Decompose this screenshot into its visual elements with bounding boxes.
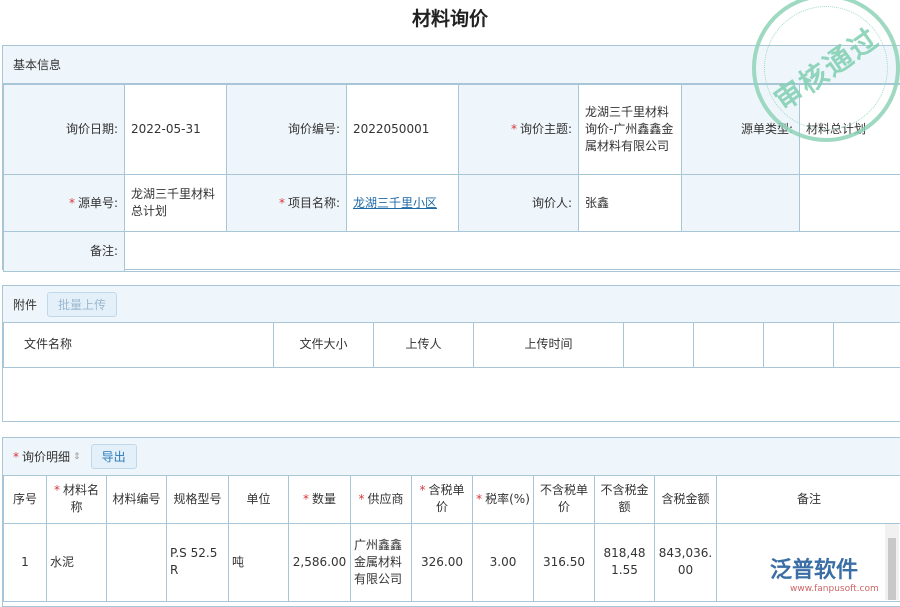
inquiry-no-value: 2022050001 (347, 85, 459, 175)
col-file-name: 文件名称 (4, 323, 274, 367)
cell-rate: 3.00 (473, 523, 534, 601)
detail-section: *询价明细⇕导出 序号 *材料名称 材料编号 规格型号 单位 *数量 *供应商 … (2, 437, 900, 607)
cell-supplier: 广州鑫鑫金属材料有限公司 (351, 523, 412, 601)
inquirer-label: 询价人: (459, 175, 579, 232)
project-label: *项目名称: (227, 175, 347, 232)
inquiry-date-label: 询价日期: (4, 85, 125, 175)
sort-icon[interactable]: ⇕ (73, 452, 81, 462)
col-price-tax: *含税单价 (412, 476, 473, 523)
attachment-header: 附件 (13, 296, 37, 313)
col-file-size: 文件大小 (274, 323, 374, 367)
col-amount-tax: 含税金额 (655, 476, 717, 523)
cell-amount-tax: 843,036.00 (655, 523, 717, 601)
source-no-value: 龙湖三千里材料总计划 (125, 175, 227, 232)
subject-value: 龙湖三千里材料询价-广州鑫鑫金属材料有限公司 (579, 85, 682, 175)
cell-qty: 2,586.00 (289, 523, 351, 601)
project-link[interactable]: 龙湖三千里小区 (353, 196, 437, 210)
col-spec: 规格型号 (167, 476, 229, 523)
cell-name: 水泥 (47, 523, 107, 601)
attachment-section: 附件批量上传 文件名称 文件大小 上传人 上传时间 (2, 285, 900, 422)
cell-no: 1 (4, 523, 47, 601)
col-uploader: 上传人 (374, 323, 474, 367)
cell-unit: 吨 (229, 523, 289, 601)
col-amount: 不含税金额 (595, 476, 655, 523)
remark-label: 备注: (4, 232, 125, 272)
col-code: 材料编号 (107, 476, 167, 523)
col-remark: 备注 (717, 476, 900, 523)
col-name: *材料名称 (47, 476, 107, 523)
cell-amount: 818,481.55 (595, 523, 655, 601)
table-row[interactable]: 1 水泥 P.S 52.5R 吨 2,586.00 广州鑫鑫金属材料有限公司 3… (4, 523, 900, 601)
detail-header: 询价明细 (22, 448, 70, 465)
col-upload-time: 上传时间 (474, 323, 624, 367)
cell-spec: P.S 52.5R (167, 523, 229, 601)
cell-price: 316.50 (534, 523, 595, 601)
col-unit: 单位 (229, 476, 289, 523)
empty-label (682, 175, 800, 232)
col-qty: *数量 (289, 476, 351, 523)
col-price: 不含税单价 (534, 476, 595, 523)
cell-price-tax: 326.00 (412, 523, 473, 601)
batch-upload-button[interactable]: 批量上传 (47, 292, 117, 317)
col-supplier: *供应商 (351, 476, 412, 523)
fanpu-logo: 泛普软件www.fanpusoft.com (770, 552, 879, 594)
cell-code (107, 523, 167, 601)
inquiry-no-label: 询价编号: (227, 85, 347, 175)
empty-value (800, 175, 900, 232)
remark-value[interactable] (125, 232, 900, 272)
source-no-label: *源单号: (4, 175, 125, 232)
col-rate: *税率(%) (473, 476, 534, 523)
inquirer-value: 张鑫 (579, 175, 682, 232)
col-no: 序号 (4, 476, 47, 523)
export-button[interactable]: 导出 (91, 444, 137, 469)
vertical-scrollbar[interactable] (885, 524, 899, 600)
subject-label: *询价主题: (459, 85, 579, 175)
inquiry-date-value: 2022-05-31 (125, 85, 227, 175)
